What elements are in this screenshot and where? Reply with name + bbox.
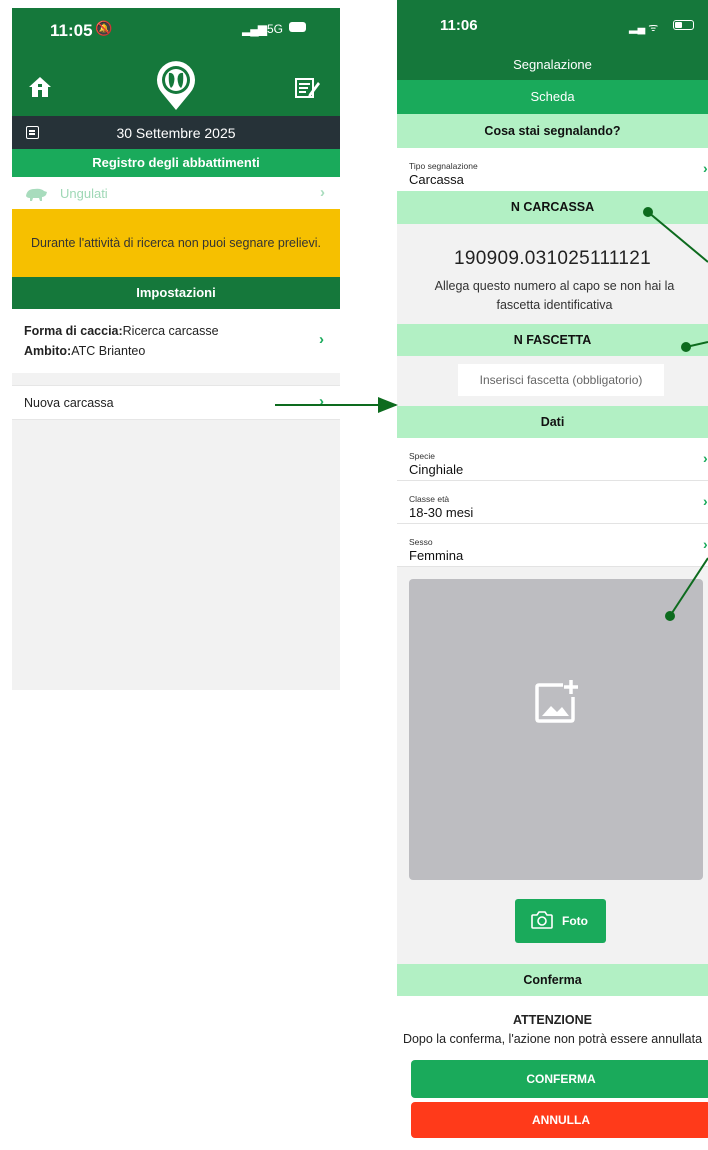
- battery-icon: [289, 22, 306, 32]
- chevron-right-icon: ›: [319, 331, 324, 348]
- chevron-right-icon: ›: [320, 184, 325, 201]
- carcass-number-header: N CARCASSA: [397, 191, 708, 224]
- field-value: Carcassa: [409, 172, 464, 187]
- date-bar[interactable]: 30 Settembre 2025: [12, 116, 340, 149]
- app-toolbar: [12, 52, 340, 116]
- field-label: Specie: [409, 451, 435, 461]
- area-label: Ambito:: [24, 344, 72, 358]
- field-value: Cinghiale: [409, 462, 464, 477]
- category-row-ungulati[interactable]: Ungulati ›: [12, 177, 340, 209]
- field-label: Tipo segnalazione: [409, 161, 478, 171]
- photo-preview[interactable]: [409, 579, 703, 880]
- chevron-right-icon: ›: [319, 393, 324, 410]
- status-time: 11:06: [440, 17, 478, 34]
- left-screen: 11:05 🔕 ▂▄▆ 5G 30 Settembre 2025 Registr…: [12, 8, 340, 690]
- status-bar: 11:06 ▂▄ ᯤ: [397, 0, 708, 50]
- species-field[interactable]: Specie Cinghiale ›: [397, 438, 708, 481]
- settings-header: Impostazioni: [12, 277, 340, 309]
- hunt-form-line: Forma di caccia:Ricerca carcasse: [24, 324, 219, 338]
- hunt-form-value: Ricerca carcasse: [122, 324, 219, 338]
- field-value: 18-30 mesi: [409, 505, 474, 520]
- tag-number-input[interactable]: [458, 364, 664, 396]
- report-type-field[interactable]: Tipo segnalazione Carcassa ›: [397, 148, 708, 192]
- chevron-right-icon: ›: [703, 536, 708, 552]
- hunt-form-label: Forma di caccia:: [24, 324, 123, 338]
- area-line: Ambito:ATC Brianteo: [24, 344, 145, 358]
- register-header: Registro degli abbattimenti: [12, 149, 340, 177]
- chevron-right-icon: ›: [703, 493, 708, 509]
- attention-text: Dopo la conferma, l'azione non potrà ess…: [402, 1032, 703, 1046]
- network-label: 5G: [267, 22, 284, 36]
- tag-number-header: N FASCETTA: [397, 324, 708, 356]
- status-time: 11:05: [50, 21, 93, 40]
- carcass-number-panel: 190909.031025111121 Allega questo numero…: [397, 224, 708, 324]
- confirm-button[interactable]: CONFERMA: [411, 1060, 708, 1098]
- warning-banner: Durante l'attività di ricerca non puoi s…: [12, 209, 340, 277]
- field-value: Femmina: [409, 548, 464, 563]
- new-carcass-label: Nuova carcassa: [24, 396, 114, 410]
- cancel-button[interactable]: ANNULLA: [411, 1102, 708, 1138]
- field-label: Sesso: [409, 537, 433, 547]
- status-bar: 11:05 🔕 ▂▄▆ 5G: [12, 8, 340, 52]
- register-icon[interactable]: [295, 77, 320, 99]
- chevron-right-icon: ›: [703, 160, 708, 176]
- field-label: Classe età: [409, 494, 450, 504]
- silent-icon: 🔕: [95, 20, 113, 36]
- category-label: Ungulati: [60, 186, 108, 201]
- chevron-right-icon: ›: [703, 450, 708, 466]
- area-value: ATC Brianteo: [71, 344, 146, 358]
- add-photo-icon[interactable]: [533, 679, 581, 725]
- carcass-number: 190909.031025111121: [454, 248, 651, 269]
- signal-wifi-icon: ▂▄ ᯤ: [629, 22, 659, 34]
- confirm-header: Conferma: [397, 964, 708, 996]
- boar-icon: [26, 188, 47, 201]
- question-header: Cosa stai segnalando?: [397, 114, 708, 148]
- sex-field[interactable]: Sesso Femmina ›: [397, 524, 708, 567]
- attention-title: ATTENZIONE: [513, 1013, 592, 1027]
- new-carcass-row[interactable]: Nuova carcassa ›: [12, 385, 340, 420]
- app-logo: [157, 61, 195, 110]
- data-header: Dati: [397, 406, 708, 438]
- age-class-field[interactable]: Classe età 18-30 mesi ›: [397, 481, 708, 524]
- signal-icon: ▂▄▆: [242, 22, 267, 36]
- photo-button[interactable]: Foto: [515, 899, 606, 943]
- carcass-hint: Allega questo numero al capo se non hai …: [434, 279, 675, 312]
- photo-button-label: Foto: [562, 914, 588, 928]
- camera-icon: [531, 911, 553, 929]
- settings-row[interactable]: Forma di caccia:Ricerca carcasse Ambito:…: [12, 309, 340, 373]
- home-icon[interactable]: [28, 75, 52, 99]
- tab-scheda[interactable]: Scheda: [397, 80, 708, 114]
- battery-icon: [673, 20, 694, 30]
- page-title: Segnalazione: [397, 50, 708, 80]
- current-date: 30 Settembre 2025: [116, 125, 236, 141]
- right-screen: 11:06 ▂▄ ᯤ Segnalazione Scheda Cosa stai…: [397, 0, 708, 1150]
